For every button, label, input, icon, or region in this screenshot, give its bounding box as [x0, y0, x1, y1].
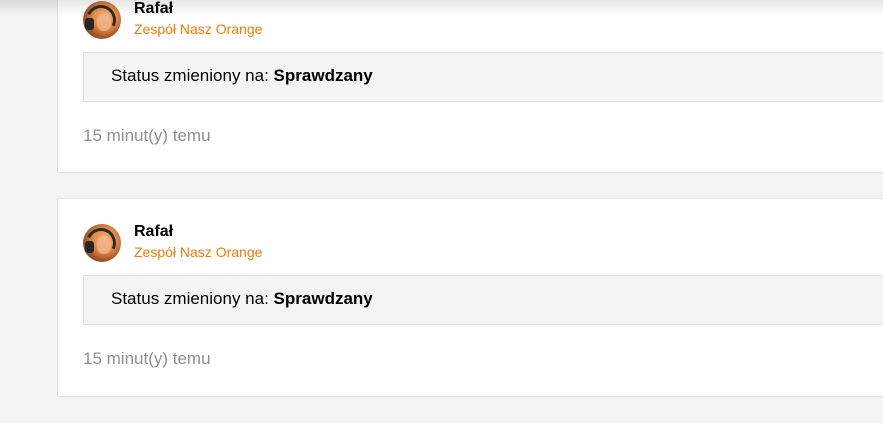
author-team: Zespół Nasz Orange: [134, 21, 263, 37]
headphone-cup: [85, 18, 94, 30]
comment-timestamp: 15 minut(y) temu: [83, 126, 211, 145]
activity-card: Rafał Zespół Nasz Orange Status zmienion…: [57, 198, 883, 397]
status-value: Sprawdzany: [273, 289, 373, 308]
status-change-box: Status zmieniony na: Sprawdzany: [83, 275, 883, 325]
status-change-text: Status zmieniony na: Sprawdzany: [111, 289, 373, 309]
activity-card: Rafał Zespół Nasz Orange Status zmienion…: [57, 0, 883, 173]
avatar[interactable]: [83, 224, 121, 262]
status-value: Sprawdzany: [273, 66, 373, 85]
avatar[interactable]: [83, 1, 121, 39]
status-change-box: Status zmieniony na: Sprawdzany: [83, 52, 883, 102]
status-change-label: Status zmieniony na:: [111, 289, 269, 308]
status-change-text: Status zmieniony na: Sprawdzany: [111, 66, 373, 86]
author-name[interactable]: Rafał: [134, 223, 173, 241]
comment-timestamp: 15 minut(y) temu: [83, 349, 211, 368]
headphone-cup: [85, 241, 94, 253]
status-change-label: Status zmieniony na:: [111, 66, 269, 85]
author-name[interactable]: Rafał: [134, 0, 173, 18]
author-team: Zespół Nasz Orange: [134, 244, 263, 260]
